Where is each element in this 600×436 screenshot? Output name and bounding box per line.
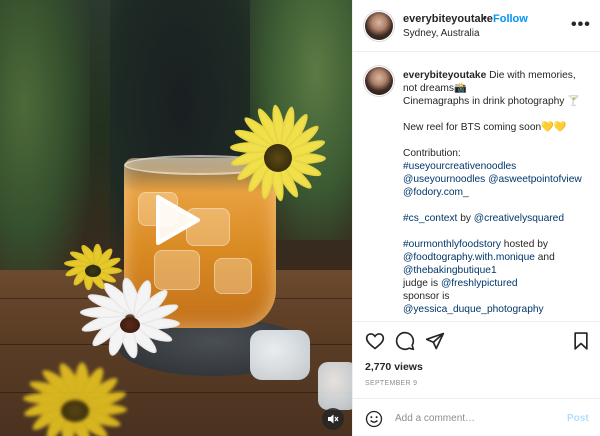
author-avatar[interactable] [365,12,393,40]
comments-area[interactable]: everybiteyoutake Die with memories, not … [353,53,600,321]
caption-text: Contribution: [403,148,461,159]
mention-link[interactable]: @foodtography.with.monique [403,252,535,263]
hashtag-link[interactable]: #cs_context [403,213,457,224]
hashtag-link[interactable]: #useyourcreativenoodles [403,161,516,172]
comment-icon[interactable] [395,331,415,351]
caption-text: Cinemagraphs in drink photography 🍸 [403,96,580,107]
hashtag-link[interactable]: #ourmonthlyfoodstory [403,239,501,250]
separator-dot: • [483,12,487,24]
post-date[interactable]: SEPTEMBER 9 [365,380,417,387]
add-comment-bar: Post [353,398,600,436]
post-caption: everybiteyoutake Die with memories, not … [403,69,593,316]
caption-text: judge is [403,278,441,289]
mention-link[interactable]: @thebakingbutique1 [403,265,497,276]
flower-center [264,144,292,172]
caption-text: and [534,252,555,263]
mention-link[interactable]: @useyournoodles [403,174,485,185]
mention-link[interactable]: @yessica_duque_photography [403,304,544,315]
post-side-panel: everybiteyoutake • Follow Sydney, Austra… [352,0,600,436]
audio-toggle-button[interactable] [322,408,344,430]
send-icon[interactable] [425,331,445,351]
caption-avatar[interactable] [365,67,393,95]
action-bar [353,321,600,357]
caption-username[interactable]: everybiteyoutake [403,70,486,81]
small-yellow-flower [62,242,124,296]
play-icon [156,195,200,245]
mention-link[interactable]: @creativelysquared [474,213,564,224]
play-button[interactable] [152,193,202,247]
caption-text: New reel for BTS coming soon💛💛 [403,122,567,133]
speaker-muted-icon [328,414,339,424]
caption-text: not dreams📸 [403,83,467,94]
follow-button[interactable]: Follow [493,13,528,25]
post-location[interactable]: Sydney, Australia [403,28,480,39]
mention-link[interactable]: @asweetpointofview [488,174,582,185]
post-media-video[interactable] [0,0,352,436]
author-username[interactable]: everybiteyoutake [403,13,493,25]
mention-link[interactable]: @freshlypictured [441,278,518,289]
comment-input[interactable] [395,408,555,428]
more-options-button[interactable]: ••• [571,17,591,33]
smiley-icon[interactable] [365,410,383,428]
flower-center [61,399,89,423]
foreground-yellow-flower [20,361,130,436]
caption-text: Die with memories, [489,70,576,81]
bookmark-icon[interactable] [571,331,591,351]
mention-link[interactable]: @fodory.com_ [403,187,469,198]
flower-center [120,317,140,333]
heart-icon[interactable] [365,331,385,351]
yellow-daisy [228,103,328,208]
ice-cube [318,362,352,410]
caption-text: sponsor is [403,291,450,302]
post-comment-button[interactable]: Post [567,413,589,424]
ice-cube [250,330,310,380]
caption-text: hosted by [500,239,548,250]
view-count[interactable]: 2,770 views [365,361,423,373]
post-header: everybiteyoutake • Follow Sydney, Austra… [353,0,600,52]
caption-text: by [457,213,474,224]
